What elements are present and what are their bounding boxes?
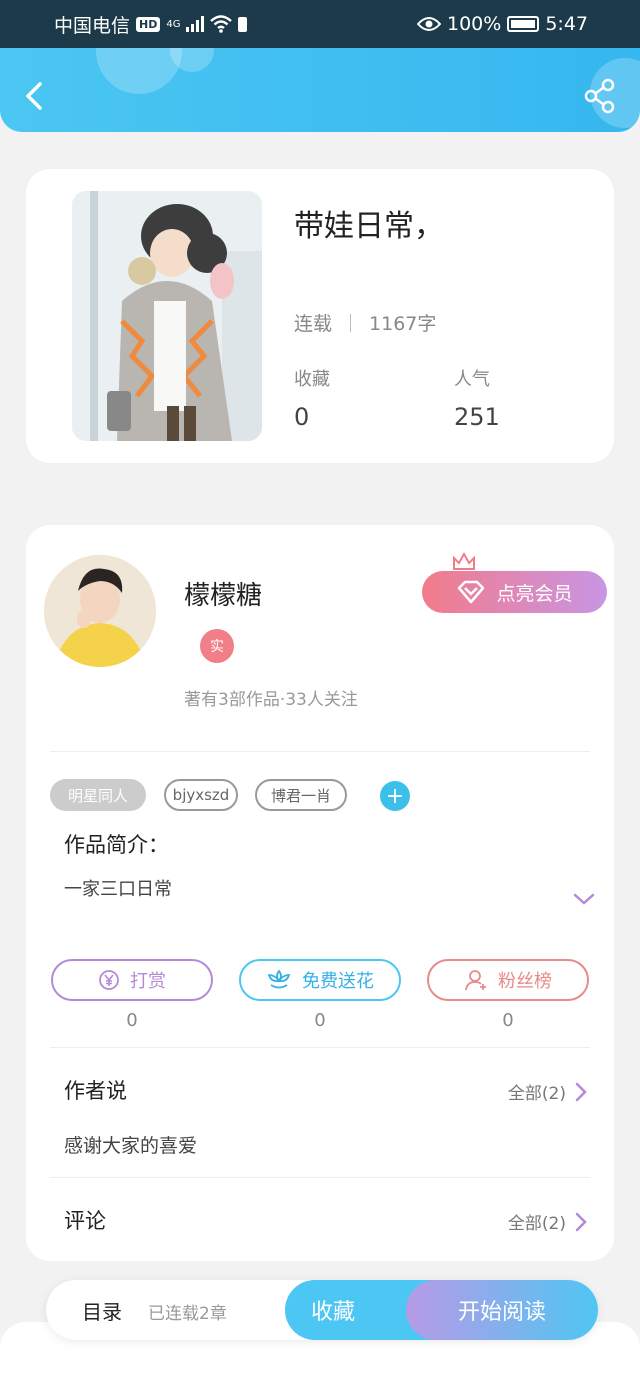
fans-ranking-label: 粉丝榜 (498, 971, 552, 992)
header-bar (0, 48, 640, 132)
author-says-title: 作者说 (64, 1079, 127, 1103)
battery-icon (507, 16, 540, 32)
intro-text: 一家三口日常 (64, 879, 172, 900)
word-count: 1167字 (369, 313, 437, 335)
tag-item[interactable]: 明星同人 (50, 779, 146, 811)
divider (50, 1047, 590, 1048)
reward-button[interactable]: 打赏 (51, 959, 213, 1001)
toc-button[interactable]: 目录 (82, 1296, 122, 1325)
divider (350, 313, 352, 332)
favorite-button-label: 收藏 (311, 1300, 356, 1325)
favorites-count: 0 (294, 403, 310, 431)
eye-icon (417, 17, 441, 31)
flower-icon (267, 969, 291, 989)
comments-title: 评论 (64, 1209, 106, 1233)
divider (50, 751, 590, 752)
start-reading-button[interactable]: 开始阅读 (406, 1280, 598, 1340)
author-avatar[interactable] (44, 555, 156, 667)
carrier-label: 中国电信 (54, 14, 131, 37)
send-flower-label: 免费送花 (302, 971, 374, 992)
verified-badge: 实 (200, 629, 234, 663)
signal-icon (186, 16, 205, 32)
person-icon (465, 970, 486, 991)
author-name[interactable]: 檬檬糖 (184, 575, 262, 612)
book-meta-row: 连载 1167字 (294, 309, 436, 336)
add-tag-button[interactable]: + (380, 781, 410, 811)
yen-icon (99, 970, 119, 990)
comments-all-link[interactable]: 全部(2) (508, 1209, 588, 1234)
battery-saver-icon (238, 16, 248, 32)
tag-item[interactable]: 博君一肖 (255, 779, 347, 811)
book-cover[interactable] (72, 191, 262, 441)
serial-status: 连载 (294, 313, 333, 335)
network-label: 4G (166, 18, 181, 30)
popularity-count: 251 (454, 403, 500, 431)
crown-icon (453, 551, 475, 570)
author-says-text: 感谢大家的喜爱 (64, 1135, 198, 1157)
author-card: 檬檬糖 实 著有3部作品·33人关注 点亮会员 明星同人 bjyxszd 博君一… (26, 525, 614, 1261)
back-icon[interactable] (18, 76, 54, 116)
vip-button[interactable]: 点亮会员 (422, 571, 607, 613)
author-says-all-label: 全部(2) (507, 1084, 566, 1104)
book-info-card: 带娃日常， 连载 1167字 收藏 0 人气 251 (26, 169, 614, 463)
decor-bubble (96, 48, 182, 94)
wifi-icon (210, 15, 233, 33)
chevron-right-icon (575, 1212, 587, 1231)
hd-badge: HD (136, 16, 161, 32)
author-says-all-link[interactable]: 全部(2) (508, 1079, 588, 1104)
status-bar: 中国电信 HD 4G 100% 5:47 (0, 0, 640, 48)
bottom-action-bar: 目录 已连载2章 收藏 开始阅读 (46, 1280, 598, 1340)
favorites-label: 收藏 (294, 369, 330, 390)
start-reading-label: 开始阅读 (457, 1300, 546, 1325)
send-flower-button[interactable]: 免费送花 (239, 959, 401, 1001)
chapter-status: 已连载2章 (148, 1304, 227, 1324)
fans-ranking-button[interactable]: 粉丝榜 (427, 959, 589, 1001)
clock: 5:47 (545, 13, 588, 35)
diamond-icon (458, 580, 485, 604)
battery-percent: 100% (447, 13, 502, 35)
vip-button-label: 点亮会员 (496, 582, 573, 605)
flower-count: 0 (314, 1010, 326, 1031)
chevron-right-icon (575, 1082, 587, 1101)
chevron-down-icon[interactable] (572, 891, 596, 907)
fans-count: 0 (502, 1010, 514, 1031)
popularity-label: 人气 (454, 369, 490, 390)
reward-count: 0 (126, 1010, 138, 1031)
book-title: 带娃日常， (294, 209, 444, 244)
share-icon[interactable] (580, 76, 620, 116)
divider (50, 1177, 590, 1178)
intro-title: 作品简介： (64, 833, 169, 857)
tag-item[interactable]: bjyxszd (164, 779, 238, 811)
comments-all-label: 全部(2) (507, 1214, 566, 1234)
author-meta: 著有3部作品·33人关注 (184, 690, 358, 710)
reward-label: 打赏 (130, 971, 166, 992)
